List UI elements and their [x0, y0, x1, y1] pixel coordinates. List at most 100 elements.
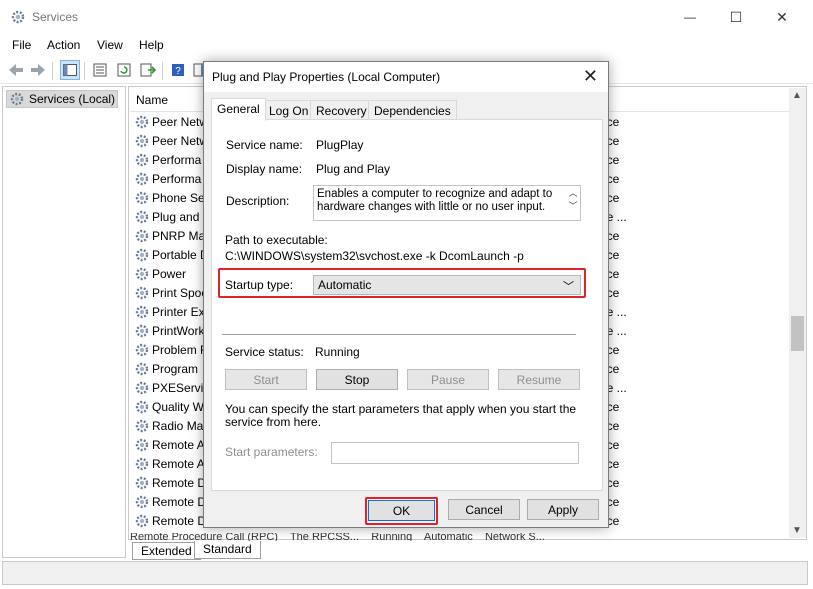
window-title: Services [32, 10, 79, 24]
service-status-value: Running [315, 345, 360, 359]
service-gear-icon [135, 514, 149, 527]
service-name: Peer Netw [152, 133, 209, 148]
tab-general[interactable]: General [211, 98, 266, 121]
service-name: Remote D [152, 513, 207, 528]
menu-file[interactable]: File [12, 38, 31, 52]
description-textbox[interactable]: Enables a computer to recognize and adap… [313, 185, 581, 221]
description-label: Description: [226, 194, 290, 208]
menu-action[interactable]: Action [47, 38, 80, 52]
status-bar [2, 561, 808, 585]
services-gear-icon [11, 10, 25, 24]
service-name: Remote A [152, 456, 205, 471]
display-name-label: Display name: [226, 162, 303, 176]
properties-dialog: Plug and Play Properties (Local Computer… [203, 61, 609, 528]
service-gear-icon [135, 115, 149, 128]
service-gear-icon [135, 324, 149, 337]
service-gear-icon [135, 438, 149, 451]
refresh-icon[interactable] [114, 60, 134, 80]
maximize-button[interactable]: ☐ [713, 0, 759, 34]
service-name: Performa [152, 171, 202, 186]
service-gear-icon [135, 419, 149, 432]
general-tab-panel: Service name: PlugPlay Display name: Plu… [211, 119, 603, 491]
tab-extended[interactable]: Extended [132, 542, 201, 560]
scroll-up-icon[interactable]: ︿ [567, 187, 579, 200]
help-icon[interactable]: ? [168, 60, 188, 80]
ok-button[interactable]: OK [368, 500, 435, 521]
service-gear-icon [135, 286, 149, 299]
service-name-value: PlugPlay [316, 138, 364, 152]
partial-last-row: Remote Procedure Call (RPC) The RPCSS...… [130, 533, 545, 541]
service-name: Quality W [152, 399, 205, 414]
divider [222, 334, 576, 335]
menu-view[interactable]: View [97, 38, 123, 52]
console-tree: Services (Local) [2, 86, 126, 558]
apply-button[interactable]: Apply [527, 499, 599, 520]
service-gear-icon [135, 172, 149, 185]
start-button[interactable]: Start [225, 369, 307, 390]
toolbar-separator [84, 62, 85, 80]
tab-log-on[interactable]: Log On [263, 100, 315, 120]
description-text: Enables a computer to recognize and adap… [317, 188, 553, 213]
tab-dependencies[interactable]: Dependencies [368, 100, 457, 120]
resume-button[interactable]: Resume [498, 369, 580, 390]
export-list-icon[interactable] [138, 60, 158, 80]
dialog-close-icon[interactable]: ✕ [583, 66, 598, 87]
service-name: Radio Ma [152, 418, 204, 433]
dialog-tabstrip: General Log On Recovery Dependencies [211, 98, 603, 121]
show-hide-console-tree-icon[interactable] [60, 60, 80, 80]
tree-item-services-local[interactable]: Services (Local) [6, 90, 118, 108]
startup-type-label: Startup type: [225, 278, 294, 292]
description-scrollbar[interactable]: ︿ ﹀ [567, 187, 579, 219]
service-gear-icon [135, 134, 149, 147]
svg-text:?: ? [175, 66, 181, 77]
service-name-label: Service name: [226, 138, 303, 152]
service-gear-icon [135, 457, 149, 470]
startup-type-select[interactable]: Automatic ﹀ [313, 275, 581, 295]
list-vertical-scrollbar[interactable]: ▲ ▼ [789, 88, 806, 538]
scrollbar-thumb[interactable] [791, 316, 804, 351]
service-gear-icon [135, 210, 149, 223]
properties-sheet-icon[interactable] [90, 60, 110, 80]
scroll-down-icon[interactable]: ▼ [792, 525, 802, 536]
service-name: Portable D [152, 247, 209, 262]
start-parameters-input[interactable] [331, 442, 579, 464]
tab-recovery[interactable]: Recovery [310, 100, 373, 120]
service-gear-icon [135, 495, 149, 508]
back-arrow-icon[interactable] [6, 60, 26, 80]
dialog-title: Plug and Play Properties (Local Computer… [212, 70, 441, 84]
path-value: C:\WINDOWS\system32\svchost.exe -k DcomL… [225, 249, 524, 263]
minimize-button[interactable]: — [667, 0, 713, 34]
toolbar-separator [52, 62, 53, 80]
pause-button[interactable]: Pause [407, 369, 489, 390]
chevron-down-icon: ﹀ [563, 281, 574, 293]
stop-button[interactable]: Stop [316, 369, 398, 390]
service-gear-icon [135, 400, 149, 413]
service-name: PrintWork [152, 323, 205, 338]
service-gear-icon [135, 381, 149, 394]
service-name: Remote A [152, 437, 205, 452]
menu-bar: File Action View Help [0, 34, 813, 56]
scroll-down-icon[interactable]: ﹀ [567, 200, 579, 213]
tree-item-label: Services (Local) [29, 92, 116, 106]
service-gear-icon [135, 362, 149, 375]
close-button[interactable]: ✕ [759, 0, 805, 34]
tab-standard[interactable]: Standard [194, 541, 261, 559]
service-name: Plug and [152, 209, 200, 224]
display-name-value: Plug and Play [316, 162, 391, 176]
service-name: Print Spoo [152, 285, 209, 300]
service-gear-icon [135, 229, 149, 242]
service-name: Performa [152, 152, 202, 167]
service-gear-icon [135, 248, 149, 261]
service-gear-icon [135, 191, 149, 204]
column-name[interactable]: Name [136, 93, 168, 107]
service-name: Program [152, 361, 199, 376]
service-gear-icon [135, 343, 149, 356]
service-name: PNRP Ma [152, 228, 206, 243]
cancel-button[interactable]: Cancel [448, 499, 520, 520]
menu-help[interactable]: Help [139, 38, 164, 52]
dialog-titlebar: Plug and Play Properties (Local Computer… [204, 62, 608, 92]
scroll-up-icon[interactable]: ▲ [792, 90, 802, 101]
service-gear-icon [135, 305, 149, 318]
forward-arrow-icon[interactable] [28, 60, 48, 80]
service-name: Power [152, 266, 187, 281]
